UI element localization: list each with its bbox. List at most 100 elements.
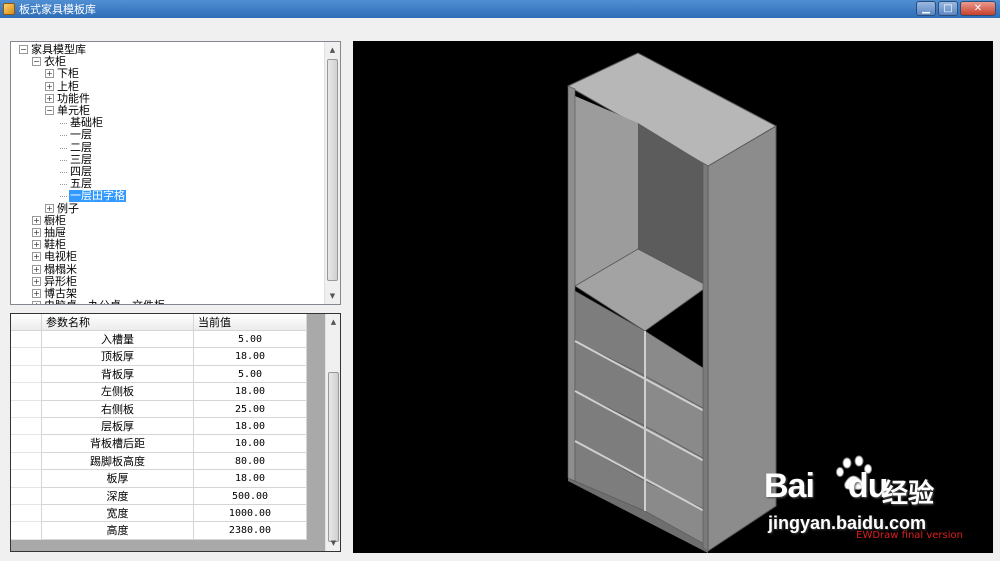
param-name-cell[interactable]: 背板槽后距	[42, 435, 194, 453]
row-header[interactable]	[11, 417, 42, 436]
table-row[interactable]: 背板槽后距 10.00	[11, 435, 307, 453]
expand-icon[interactable]: +	[32, 301, 41, 304]
row-header[interactable]	[11, 522, 42, 540]
expand-icon[interactable]: +	[45, 203, 54, 213]
tree-node-label[interactable]: 单元柜	[56, 105, 91, 117]
tree-node[interactable]: 四层	[11, 166, 324, 178]
table-row[interactable]: 板厚 18.00	[11, 470, 307, 488]
table-row[interactable]: 背板厚 5.00	[11, 365, 307, 384]
header-param-name[interactable]: 参数名称	[42, 314, 194, 331]
expand-icon[interactable]: +	[45, 81, 54, 91]
tree-node[interactable]: 一层田字格	[11, 190, 324, 203]
table-row[interactable]: 深度 500.00	[11, 487, 307, 505]
tree-node-label[interactable]: 榻榻米	[43, 263, 78, 276]
table-row[interactable]: 踢脚板高度 80.00	[11, 452, 307, 471]
param-name-cell[interactable]: 深度	[42, 487, 194, 505]
close-button[interactable]: ✕	[960, 1, 996, 16]
row-header[interactable]	[11, 383, 42, 401]
table-row[interactable]: 顶板厚 18.00	[11, 348, 307, 366]
expand-icon[interactable]: +	[45, 69, 54, 79]
tree-node-label[interactable]: 橱柜	[43, 214, 67, 227]
grid-scrollbar[interactable]: ▲ ▼	[325, 314, 340, 551]
tree-node[interactable]: + 橱柜	[11, 214, 324, 227]
param-value-cell[interactable]: 25.00	[194, 400, 307, 418]
row-header[interactable]	[11, 365, 42, 384]
param-value-cell[interactable]: 5.00	[194, 331, 307, 349]
tree-node-label[interactable]: 一层田字格	[69, 190, 126, 203]
tree-node[interactable]: 五层	[11, 178, 324, 190]
tree-node[interactable]: 二层	[11, 141, 324, 154]
expand-icon[interactable]: +	[45, 93, 54, 103]
param-value-cell[interactable]: 500.00	[194, 487, 307, 505]
tree-node[interactable]: + 例子	[11, 202, 324, 215]
tree-node-label[interactable]: 三层	[69, 153, 93, 166]
param-name-cell[interactable]: 踢脚板高度	[42, 452, 194, 471]
param-value-cell[interactable]: 18.00	[194, 417, 307, 436]
grid-scroll-up-icon[interactable]: ▲	[326, 314, 340, 330]
table-row[interactable]: 入槽量 5.00	[11, 331, 307, 349]
row-header[interactable]	[11, 435, 42, 453]
tree-node-label[interactable]: 二层	[69, 141, 93, 154]
tree-node-label[interactable]: 例子	[56, 202, 80, 215]
row-header[interactable]	[11, 400, 42, 418]
param-name-cell[interactable]: 宽度	[42, 504, 194, 523]
tree-node-label[interactable]: 基础柜	[69, 117, 104, 129]
param-name-cell[interactable]: 板厚	[42, 470, 194, 488]
tree-node-label[interactable]: 衣柜	[43, 56, 67, 68]
grid-scroll-thumb[interactable]	[328, 372, 339, 542]
param-value-cell[interactable]: 18.00	[194, 470, 307, 488]
row-header[interactable]	[11, 348, 42, 366]
tree-node[interactable]: − 衣柜	[11, 56, 324, 68]
tree-node[interactable]: + 榻榻米	[11, 263, 324, 276]
model-tree[interactable]: − 家具模型库 − 衣柜 + 下柜 + 上柜 + 功能件 − 单元柜 基础柜 一层 二层 三层 四层 五层 一层田字…	[10, 41, 341, 305]
param-name-cell[interactable]: 入槽量	[42, 331, 194, 349]
grid-scroll-down-icon[interactable]: ▼	[326, 535, 340, 551]
table-row[interactable]: 右侧板 25.00	[11, 400, 307, 418]
tree-node[interactable]: 三层	[11, 153, 324, 166]
row-header[interactable]	[11, 452, 42, 471]
param-name-cell[interactable]: 左侧板	[42, 383, 194, 401]
row-header[interactable]	[11, 504, 42, 523]
expand-icon[interactable]: +	[32, 240, 41, 250]
tree-node-label[interactable]: 一层	[69, 129, 93, 141]
collapse-icon[interactable]: −	[32, 57, 41, 67]
table-row[interactable]: 高度 2380.00	[11, 522, 307, 540]
tree-node[interactable]: + 上柜	[11, 80, 324, 93]
tree-node[interactable]: +电脑桌、办公桌、文件柜	[11, 300, 324, 304]
table-row[interactable]: 左侧板 18.00	[11, 383, 307, 401]
expand-icon[interactable]: +	[32, 215, 41, 225]
tree-node[interactable]: + 电视柜	[11, 251, 324, 263]
param-name-cell[interactable]: 层板厚	[42, 417, 194, 436]
header-current-value[interactable]: 当前值	[194, 314, 307, 331]
param-name-cell[interactable]: 背板厚	[42, 365, 194, 384]
param-value-cell[interactable]: 5.00	[194, 365, 307, 384]
param-name-cell[interactable]: 高度	[42, 522, 194, 540]
param-name-cell[interactable]: 右侧板	[42, 400, 194, 418]
maximize-button[interactable]: □	[938, 1, 958, 16]
param-value-cell[interactable]: 18.00	[194, 383, 307, 401]
scroll-up-icon[interactable]: ▲	[325, 42, 340, 58]
row-header[interactable]	[11, 487, 42, 505]
tree-node-label[interactable]: 下柜	[56, 68, 80, 80]
param-value-cell[interactable]: 10.00	[194, 435, 307, 453]
tree-node[interactable]: + 异形柜	[11, 275, 324, 288]
tree-scroll-thumb[interactable]	[327, 59, 338, 281]
tree-node-label[interactable]: 上柜	[56, 80, 80, 93]
tree-node[interactable]: − 单元柜	[11, 105, 324, 117]
expand-icon[interactable]: +	[32, 289, 41, 298]
tree-node-label[interactable]: 电视柜	[43, 251, 78, 263]
tree-node[interactable]: 基础柜	[11, 117, 324, 129]
tree-node[interactable]: + 下柜	[11, 68, 324, 80]
expand-icon[interactable]: +	[32, 276, 41, 286]
collapse-icon[interactable]: −	[19, 45, 28, 54]
param-value-cell[interactable]: 1000.00	[194, 504, 307, 523]
param-value-cell[interactable]: 18.00	[194, 348, 307, 366]
tree-node-label[interactable]: 异形柜	[43, 275, 78, 288]
window-titlebar[interactable]: 板式家具模板库 ▁ □ ✕	[0, 0, 1000, 18]
param-value-cell[interactable]: 80.00	[194, 452, 307, 471]
tree-node[interactable]: 一层	[11, 129, 324, 141]
tree-node[interactable]: + 功能件	[11, 92, 324, 105]
parameter-grid[interactable]: 参数名称 当前值 入槽量 5.00 顶板厚 18.00 背板厚 5.00 左侧板 18.00 右…	[10, 313, 341, 552]
tree-node-label[interactable]: 电脑桌、办公桌、文件柜	[43, 300, 166, 304]
tree-node-label[interactable]: 功能件	[56, 92, 91, 105]
